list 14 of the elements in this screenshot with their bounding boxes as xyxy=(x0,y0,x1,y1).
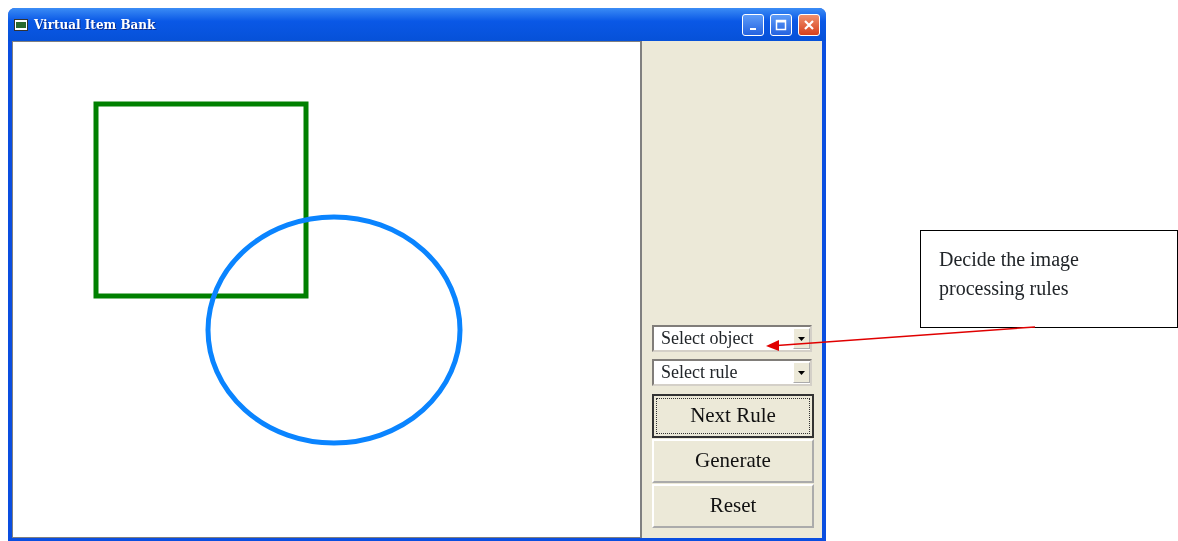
maximize-icon xyxy=(775,18,787,31)
minimize-button[interactable] xyxy=(742,13,764,36)
app-icon xyxy=(14,18,28,31)
dropdown[interactable]: Select object xyxy=(652,325,812,352)
push-button[interactable]: Next Rule xyxy=(652,394,814,438)
dropdown[interactable]: Select rule xyxy=(652,359,812,386)
close-icon xyxy=(803,18,815,31)
window-title: Virtual Item Bank xyxy=(34,16,156,34)
close-button[interactable] xyxy=(798,13,820,36)
push-button[interactable]: Generate xyxy=(652,439,814,483)
callout-text: Decide the image processing rules xyxy=(920,230,1178,328)
push-button[interactable]: Reset xyxy=(652,484,814,528)
maximize-button[interactable] xyxy=(770,13,792,36)
minimize-icon xyxy=(750,27,756,30)
